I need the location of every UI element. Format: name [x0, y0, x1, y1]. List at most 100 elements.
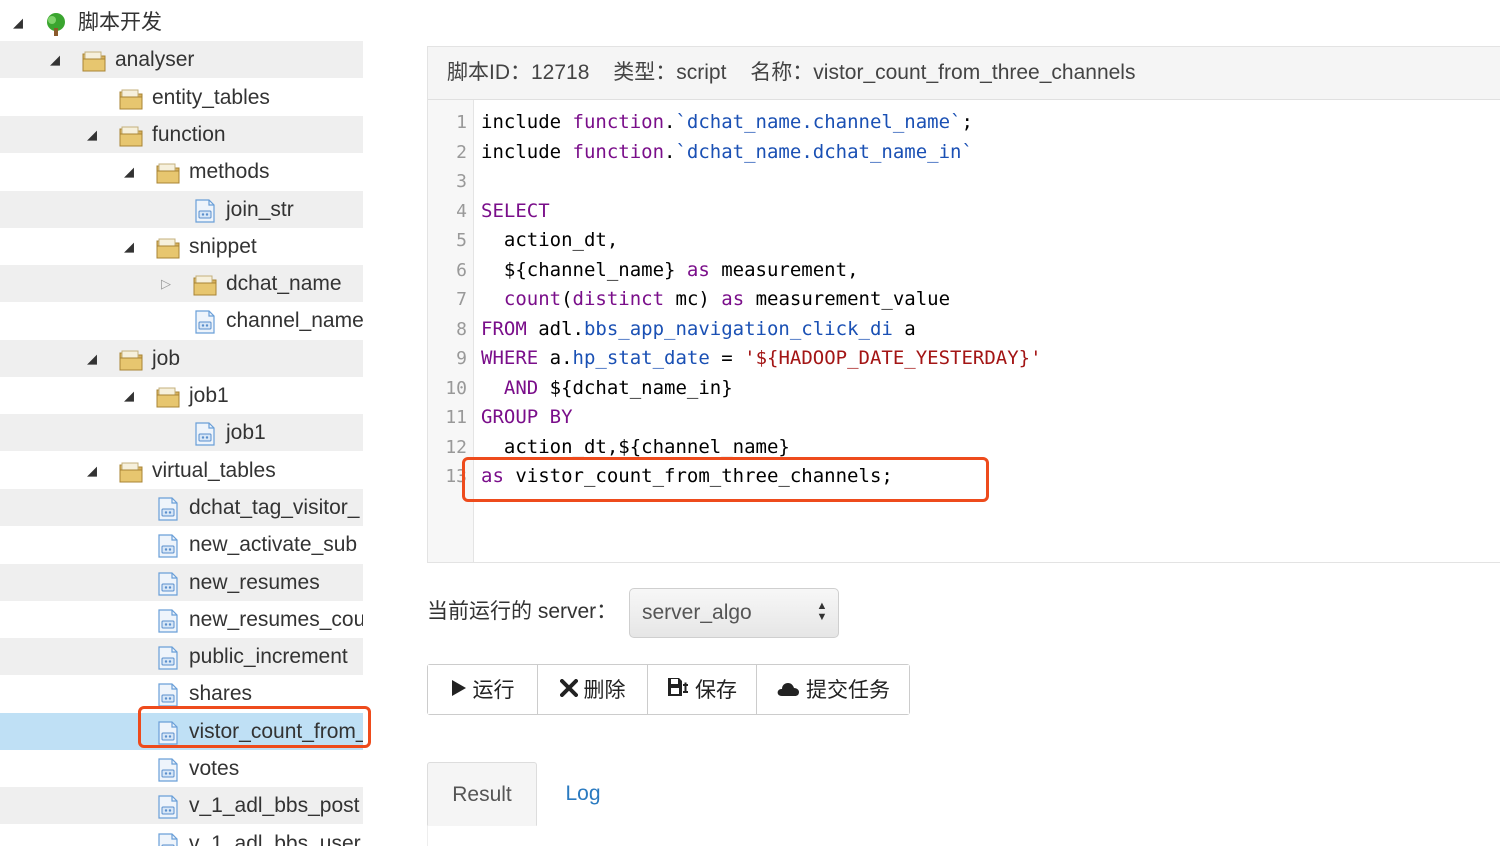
- code-token: function: [572, 111, 665, 133]
- code-token: ;: [961, 111, 973, 133]
- delete-button[interactable]: 删除: [538, 665, 648, 714]
- script-info-header: 脚本ID：12718 类型：script 名称：vistor_count_fro…: [428, 47, 1500, 100]
- tree-item-label: virtual_tables: [152, 458, 276, 482]
- tree-item[interactable]: ▷ dchat_name: [0, 265, 363, 303]
- tree-item[interactable]: public_increment: [0, 638, 363, 676]
- folder-icon: [81, 48, 107, 72]
- code-token: SELECT: [481, 199, 550, 222]
- code-token: action_dt,${channel_name}: [481, 435, 790, 458]
- tree-item[interactable]: ◢ snippet: [0, 228, 363, 265]
- tree-item-label: dchat_name: [226, 272, 342, 296]
- code-token: =: [709, 347, 745, 369]
- tree-item[interactable]: new_resumes: [0, 563, 363, 601]
- tree-item-label: v_1_adl_bbs_post: [189, 794, 360, 818]
- code-token: measurement_value: [744, 288, 951, 310]
- code-token: .: [664, 140, 676, 163]
- code-line: action_dt,: [481, 226, 618, 255]
- tree-highlight-box: [138, 706, 371, 748]
- expanded-toggle-icon[interactable]: ◢: [8, 4, 28, 41]
- tree-item[interactable]: ◢ methods: [0, 153, 363, 190]
- script-file-icon: [155, 645, 181, 670]
- script-file-icon: [155, 496, 181, 521]
- tree-item-label: job1: [189, 384, 229, 407]
- script-file-icon: [155, 757, 181, 782]
- tree-item[interactable]: ◢ virtual_tables: [0, 452, 363, 489]
- script-file-icon: [155, 682, 181, 707]
- code-token: `dchat_name.dchat_name_in`: [675, 140, 973, 163]
- script-file-icon: [155, 571, 181, 596]
- tree-item-label: dchat_tag_visitor_: [189, 495, 360, 519]
- line-number: 7: [456, 289, 467, 310]
- play-icon: [451, 666, 467, 715]
- code-token: as: [721, 288, 745, 310]
- tree-item-label: methods: [189, 160, 270, 184]
- script-file-icon: [192, 309, 218, 334]
- tree-item-label: channel_name: [226, 309, 363, 333]
- code-token: as: [686, 258, 710, 281]
- code-token: function: [572, 140, 665, 163]
- tree-item-label: 脚本开发: [78, 11, 162, 34]
- code-token: bbs_app_navigation_click_di: [583, 317, 893, 340]
- tree-item[interactable]: ◢ job: [0, 339, 363, 377]
- script-name-label: 名称：vistor_count_from_three_channels: [750, 61, 1136, 84]
- tree-item[interactable]: channel_name: [0, 302, 363, 339]
- tree-item[interactable]: votes: [0, 750, 363, 787]
- tree-item-label: snippet: [189, 234, 257, 258]
- tree-item[interactable]: ◢ analyser: [0, 41, 363, 79]
- expanded-toggle-icon[interactable]: ◢: [82, 116, 102, 153]
- code-token: .: [664, 111, 676, 133]
- expanded-toggle-icon[interactable]: ◢: [45, 41, 65, 78]
- expanded-toggle-icon[interactable]: ◢: [82, 340, 102, 377]
- tree-item[interactable]: join_str: [0, 190, 363, 228]
- expanded-toggle-icon[interactable]: ◢: [119, 377, 139, 414]
- code-token: a.: [538, 347, 573, 369]
- collapsed-toggle-icon[interactable]: ▷: [156, 265, 176, 302]
- tab-log[interactable]: Log: [537, 762, 629, 826]
- tree-item[interactable]: ◢ job1: [0, 377, 363, 414]
- code-line: WHERE a.hp_stat_date = '${HADOOP_DATE_YE…: [481, 344, 1042, 373]
- code-token: a: [892, 317, 916, 340]
- code-token: measurement,: [709, 258, 859, 281]
- select-arrows-icon: ▲ ▼: [816, 600, 828, 623]
- save-button-label: 保存: [695, 678, 737, 702]
- tree-item-label: votes: [189, 757, 240, 780]
- tree-item[interactable]: ◢ 脚本开发: [0, 4, 363, 41]
- run-button[interactable]: 运行: [428, 665, 538, 714]
- tree-item[interactable]: dchat_tag_visitor_: [0, 488, 363, 526]
- submit-task-button[interactable]: 提交任务: [757, 665, 909, 714]
- code-token: distinct: [572, 288, 665, 310]
- folder-icon: [118, 86, 144, 110]
- tree-item[interactable]: new_resumes_cou: [0, 601, 363, 638]
- code-line: count(distinct mc) as measurement_value: [481, 285, 950, 314]
- tab-result[interactable]: Result: [427, 762, 537, 826]
- tree-item[interactable]: job1: [0, 414, 363, 452]
- expanded-toggle-icon[interactable]: ◢: [119, 228, 139, 265]
- expanded-toggle-icon[interactable]: ◢: [82, 452, 102, 489]
- code-token: action_dt,: [481, 229, 619, 251]
- save-button[interactable]: 保存: [648, 665, 757, 714]
- code-token: ${dchat_name_in}: [538, 376, 733, 399]
- folder-icon: [155, 235, 181, 259]
- tree-item[interactable]: ◢ function: [0, 115, 363, 153]
- code-token: FROM: [481, 317, 527, 340]
- tree-item-label: job: [152, 346, 181, 370]
- script-file-icon: [192, 198, 218, 223]
- tree-item-label: function: [152, 122, 226, 146]
- tree-item[interactable]: v_1_adl_bbs_user: [0, 825, 363, 846]
- server-select[interactable]: server_algo ▲ ▼: [629, 588, 839, 638]
- tree-item[interactable]: entity_tables: [0, 79, 363, 116]
- code-token: adl.: [526, 317, 584, 340]
- code-token: hp_stat_date: [572, 347, 710, 369]
- expanded-toggle-icon[interactable]: ◢: [119, 153, 139, 190]
- script-type-label: 类型：script: [613, 61, 727, 84]
- result-tabs: Result Log: [427, 762, 1500, 827]
- tree-item-label: new_resumes: [189, 570, 320, 594]
- line-number: 12: [445, 436, 467, 458]
- tree-item[interactable]: v_1_adl_bbs_post: [0, 787, 363, 825]
- line-number: 3: [456, 171, 467, 192]
- folder-icon: [155, 384, 181, 408]
- tree-item[interactable]: new_activate_sub: [0, 526, 363, 563]
- code-highlight-box: [462, 457, 989, 502]
- code-token: (: [561, 288, 573, 310]
